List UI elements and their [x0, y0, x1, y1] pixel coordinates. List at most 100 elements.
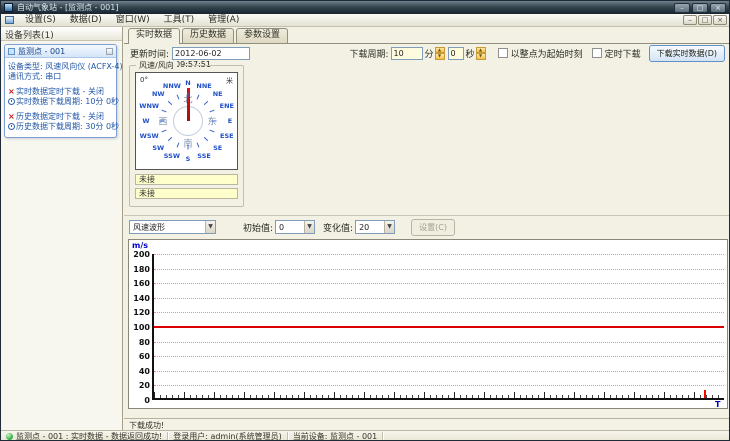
- gridline: [154, 297, 724, 299]
- tab-realtime-data[interactable]: 实时数据: [128, 28, 181, 44]
- chevron-down-icon: ▼: [205, 221, 215, 233]
- mdi-close-button[interactable]: ×: [713, 15, 727, 25]
- compass-direction-label: NW: [151, 90, 165, 99]
- compass-direction-label: SE: [213, 143, 223, 152]
- compass-direction-label: E: [227, 117, 233, 125]
- update-time-label: 更新时间:: [130, 49, 170, 60]
- minimize-button[interactable]: –: [674, 2, 690, 13]
- compass-tick: [196, 142, 200, 148]
- compass-direction-label: SW: [152, 143, 165, 152]
- period-seconds-field[interactable]: 0: [447, 46, 464, 60]
- realtime-scheduled-text: 实时数据定时下载 - 关闭: [16, 87, 104, 96]
- compass-direction-label: N: [185, 79, 191, 87]
- initial-value-label: 初始值:: [243, 223, 274, 234]
- gridline: [154, 268, 724, 270]
- compass-tick: [187, 92, 189, 98]
- compass-direction-label: ESE: [220, 131, 234, 140]
- compass-direction-label: W: [142, 117, 150, 125]
- panel-status-message: 下载成功!: [124, 418, 729, 430]
- mdi-minimize-button[interactable]: –: [683, 15, 697, 25]
- wind-speed-readout: 未接: [135, 174, 238, 185]
- seconds-stepper[interactable]: ▲ ▼: [475, 46, 486, 60]
- settings-button[interactable]: 设置(C): [411, 218, 456, 236]
- align-hour-label: 以整点为起始时刻: [510, 49, 583, 60]
- history-scheduled-text: 历史数据定时下载 - 关闭: [16, 112, 104, 121]
- minutes-stepper[interactable]: ▲ ▼: [434, 46, 445, 60]
- update-time-field[interactable]: 2012-06-02 09:57:51: [172, 46, 251, 69]
- wind-unit-glyph: 米: [226, 77, 233, 85]
- initial-value: 0: [279, 222, 285, 232]
- history-period-line: 历史数据下载周期: 30分 0秒: [8, 122, 119, 132]
- align-hour-checkbox-group[interactable]: 以整点为起始时刻: [497, 47, 583, 60]
- compass-direction-label: NE: [212, 90, 223, 99]
- device-type-text: 设备类型: 风速风向仪 (ACFX-4): [8, 62, 123, 71]
- compass-tick: [209, 109, 215, 113]
- status-bar: 监测点 - 001 : 实时数据 - 数据返回成功! 登录用户: admin(系…: [1, 430, 729, 441]
- y-tick-label: 120: [133, 308, 150, 318]
- menu-bar: 设置(S) 数据(D) 窗口(W) 工具(T) 管理(A) – □ ×: [1, 14, 729, 27]
- maximize-button[interactable]: □: [692, 2, 708, 13]
- close-button[interactable]: ×: [710, 2, 726, 13]
- device-type-line: 设备类型: 风速风向仪 (ACFX-4): [8, 62, 123, 72]
- realtime-period-line: 实时数据下载周期: 10分 0秒: [8, 97, 119, 107]
- realtime-scheduled-line: × 实时数据定时下载 - 关闭: [8, 87, 113, 97]
- scheduled-download-checkbox[interactable]: [591, 48, 602, 58]
- compass-tick: [209, 129, 215, 133]
- download-realtime-button[interactable]: 下载实时数据(D): [648, 44, 725, 62]
- red-x-icon: ×: [8, 112, 15, 121]
- clock-icon: [8, 98, 15, 105]
- y-tick-label: 180: [133, 264, 150, 274]
- clock-icon: [8, 123, 15, 130]
- main-area: 设备列表(1) 监测点 - 001 设备类型: 风速风向仪 (ACFX-4) 通…: [1, 27, 729, 430]
- compass-direction-label: S: [185, 155, 191, 163]
- menu-tools[interactable]: 工具(T): [157, 14, 202, 26]
- seconds-unit-label: 秒: [465, 49, 475, 60]
- menu-window[interactable]: 窗口(W): [109, 14, 157, 26]
- gridline: [154, 385, 724, 387]
- status-ok-icon: [6, 433, 13, 440]
- compass-direction-label: NNW: [162, 81, 181, 90]
- wind-group-title: 风速/风向: [136, 60, 177, 71]
- device-card[interactable]: 监测点 - 001 设备类型: 风速风向仪 (ACFX-4) 通讯方式: 串口 …: [4, 44, 123, 138]
- pin-icon[interactable]: [106, 47, 113, 55]
- realtime-data-panel: 实时数据 历史数据 参数设置 更新时间: 2012-06-02 09:57:51…: [124, 27, 729, 430]
- compass-direction-label: ENE: [219, 102, 234, 111]
- compass-tick: [176, 94, 180, 100]
- y-tick-label: 160: [133, 279, 150, 289]
- tab-history-data[interactable]: 历史数据: [182, 28, 235, 43]
- device-card-titlebar[interactable]: 监测点 - 001: [5, 45, 116, 58]
- title-bar: 自动气象站 - [监测点 - 001] – □ ×: [1, 1, 729, 14]
- time-cursor-marker: [704, 390, 706, 398]
- gridline: [154, 312, 724, 314]
- menu-settings[interactable]: 设置(S): [18, 14, 63, 26]
- waveform-type-select[interactable]: 风速波形 ▼: [129, 220, 216, 234]
- period-minutes-field[interactable]: 10: [390, 46, 423, 60]
- compass-direction-label: WNW: [139, 102, 160, 111]
- menu-data[interactable]: 数据(D): [63, 14, 109, 26]
- status-device-text: 监测点 - 001 : 实时数据 - 数据返回成功!: [16, 432, 163, 441]
- mdi-restore-button[interactable]: □: [698, 15, 712, 25]
- gridline: [154, 356, 724, 358]
- tab-strip: 实时数据 历史数据 参数设置: [124, 28, 729, 44]
- initial-value-select[interactable]: 0 ▼: [275, 220, 316, 234]
- tab-parameter-settings[interactable]: 参数设置: [236, 28, 289, 43]
- history-scheduled-line: × 历史数据定时下载 - 关闭: [8, 112, 113, 122]
- menu-admin[interactable]: 管理(A): [201, 14, 246, 26]
- compass-tick: [161, 109, 167, 113]
- compass-tick: [204, 100, 209, 105]
- status-login-user: 登录用户: admin(系统管理员): [173, 432, 282, 441]
- change-value: 20: [359, 222, 370, 232]
- compass-tick: [159, 120, 165, 122]
- scheduled-download-checkbox-group[interactable]: 定时下载: [591, 47, 641, 60]
- device-card-title: 监测点 - 001: [18, 46, 66, 56]
- gridline: [154, 341, 724, 343]
- compass-tick: [161, 129, 167, 133]
- y-tick-label: 0: [144, 396, 150, 405]
- plot-area: [152, 254, 724, 400]
- compass-tick: [167, 100, 172, 105]
- x-axis-label: T: [715, 400, 721, 409]
- y-tick-label: 20: [138, 381, 150, 391]
- y-tick-label: 200: [133, 250, 150, 259]
- change-value-select[interactable]: 20 ▼: [355, 220, 396, 234]
- align-hour-checkbox[interactable]: [497, 48, 508, 58]
